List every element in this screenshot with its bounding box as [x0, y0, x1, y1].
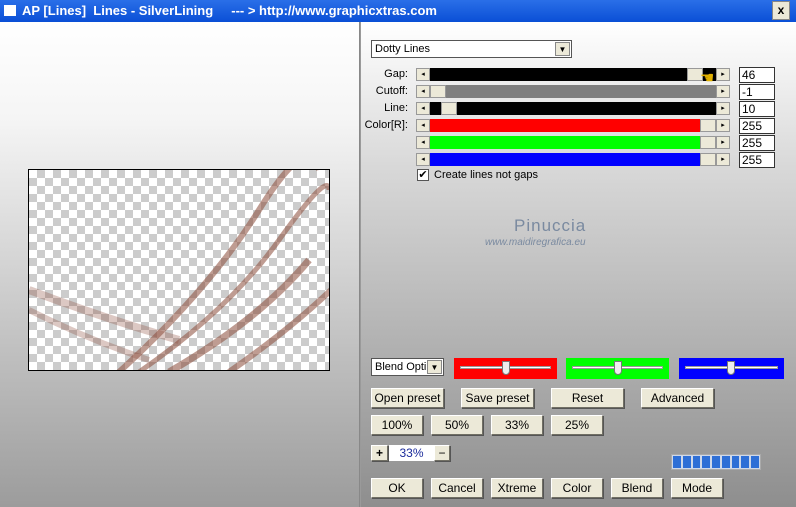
slider-label: Cutoff: [375, 85, 408, 97]
window-icon [4, 5, 16, 16]
left-arrow-icon[interactable]: ◂ [416, 153, 430, 166]
right-arrow-icon[interactable]: ▸ [716, 136, 730, 149]
slider-2[interactable]: ◂ ▸ [416, 102, 730, 115]
chevron-down-icon[interactable]: ▼ [427, 360, 442, 374]
preset-select-value: Dotty Lines [375, 43, 431, 55]
blend-select-value: Blend Opti [375, 361, 427, 373]
progress-indicator [671, 454, 761, 470]
watermark-url: www.maidiregrafica.eu [485, 237, 586, 248]
ok-button[interactable]: OK [371, 478, 423, 498]
right-arrow-icon[interactable]: ▸ [716, 119, 730, 132]
right-arrow-icon[interactable]: ▸ [716, 153, 730, 166]
xtreme-button[interactable]: Xtreme [491, 478, 543, 498]
blend-options-select[interactable]: Blend Opti ▼ [371, 358, 444, 376]
chevron-down-icon[interactable]: ▼ [555, 42, 570, 56]
slider-value-field[interactable]: 255 [739, 152, 775, 168]
title-bar: AP [Lines] Lines - SilverLining --- > ht… [0, 0, 796, 22]
slider-thumb[interactable] [440, 102, 457, 115]
left-arrow-icon[interactable]: ◂ [416, 85, 430, 98]
blend-button[interactable]: Blend [611, 478, 663, 498]
left-arrow-icon[interactable]: ◂ [416, 102, 430, 115]
slider-label: Line: [384, 102, 408, 114]
reset-button[interactable]: Reset [551, 388, 624, 408]
slider-track[interactable] [430, 153, 716, 166]
slider-3[interactable]: ◂ ▸ [416, 119, 730, 132]
right-arrow-icon[interactable]: ▸ [716, 102, 730, 115]
open-preset-button[interactable]: Open preset [371, 388, 444, 408]
slider-5[interactable]: ◂ ▸ [416, 153, 730, 166]
slider-thumb[interactable] [430, 85, 446, 98]
zoom-value-field[interactable]: 33% [389, 445, 434, 461]
close-button[interactable]: x [772, 1, 790, 20]
cancel-button[interactable]: Cancel [431, 478, 483, 498]
slider-track[interactable] [430, 85, 716, 98]
slider-value-field[interactable]: -1 [739, 84, 775, 100]
slider-track[interactable] [430, 102, 716, 115]
slider-value-field[interactable]: 46 [739, 67, 775, 83]
pointer-hand-icon: ☚ [700, 70, 715, 87]
mode-button[interactable]: Mode [671, 478, 723, 498]
slider-value-field[interactable]: 255 [739, 135, 775, 151]
slider-thumb[interactable] [700, 119, 716, 132]
slider-value-field[interactable]: 10 [739, 101, 775, 117]
zoom-out-button[interactable]: − [434, 445, 450, 461]
window-title: AP [Lines] Lines - SilverLining --- > ht… [22, 3, 437, 18]
slider-track[interactable] [430, 119, 716, 132]
watermark-name: Pinuccia [514, 216, 587, 235]
zoom-33-button[interactable]: 33% [491, 415, 543, 435]
slider-label: Color[R]: [364, 119, 408, 131]
slider-label: Gap: [384, 68, 408, 80]
slider-track[interactable] [430, 136, 716, 149]
slider-thumb[interactable] [700, 153, 716, 166]
left-arrow-icon[interactable]: ◂ [416, 68, 430, 81]
save-preset-button[interactable]: Save preset [461, 388, 534, 408]
color-button[interactable]: Color [551, 478, 603, 498]
create-lines-checkbox[interactable]: ✔ [417, 169, 429, 181]
left-arrow-icon[interactable]: ◂ [416, 136, 430, 149]
preset-select[interactable]: Dotty Lines ▼ [371, 40, 572, 58]
slider-0[interactable]: ◂ ▸ [416, 68, 730, 81]
zoom-100-button[interactable]: 100% [371, 415, 423, 435]
zoom-50-button[interactable]: 50% [431, 415, 483, 435]
lines-preview-graphic [29, 170, 329, 370]
slider-track[interactable] [430, 68, 716, 81]
slider-thumb[interactable] [700, 136, 716, 149]
advanced-button[interactable]: Advanced [641, 388, 714, 408]
green-blend-slider[interactable] [566, 358, 669, 379]
slider-value-field[interactable]: 255 [739, 118, 775, 134]
right-arrow-icon[interactable]: ▸ [716, 85, 730, 98]
zoom-25-button[interactable]: 25% [551, 415, 603, 435]
right-arrow-icon[interactable]: ▸ [716, 68, 730, 81]
slider-4[interactable]: ◂ ▸ [416, 136, 730, 149]
create-lines-label: Create lines not gaps [434, 169, 538, 181]
zoom-in-button[interactable]: + [371, 445, 388, 461]
preview-image [28, 169, 330, 371]
blue-blend-slider[interactable] [679, 358, 784, 379]
slider-1[interactable]: ◂ ▸ [416, 85, 730, 98]
red-blend-slider[interactable] [454, 358, 557, 379]
left-arrow-icon[interactable]: ◂ [416, 119, 430, 132]
